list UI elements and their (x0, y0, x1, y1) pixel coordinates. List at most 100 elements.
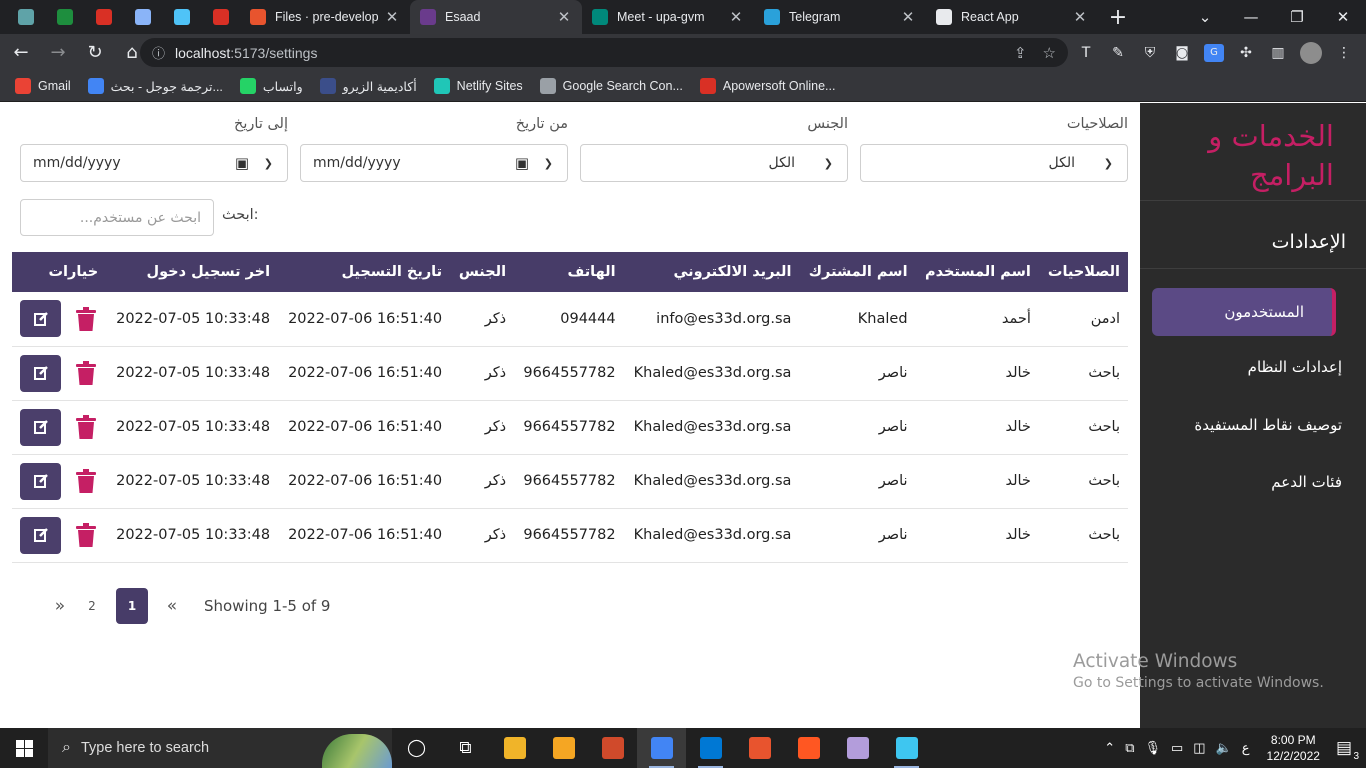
taskbar-app-icon[interactable] (735, 728, 784, 768)
next-page-button[interactable]: » (44, 588, 76, 624)
sidebar-item-beneficiary-points[interactable]: توصيف نقاط المستفيدة (1194, 416, 1342, 434)
edit-button[interactable] (20, 516, 61, 554)
back-icon[interactable]: ← (5, 37, 37, 69)
camera-extension-icon[interactable]: ◙ (1172, 44, 1192, 62)
close-tab-icon[interactable]: ✕ (556, 8, 572, 26)
wifi-icon[interactable]: ◫ (1193, 740, 1205, 756)
profile-avatar[interactable] (1300, 41, 1322, 64)
taskbar-app-icon[interactable] (588, 728, 637, 768)
chevron-down-icon[interactable]: ❯ (264, 157, 273, 170)
microphone-icon[interactable]: 🎙 (1144, 740, 1161, 756)
volume-icon[interactable]: 🔈 (1216, 740, 1232, 756)
taskbar-app-icon[interactable] (490, 728, 539, 768)
bookmark-item[interactable]: Gmail (15, 78, 71, 94)
sidebar-item-users[interactable]: المستخدمون (1152, 288, 1336, 336)
taskbar-app-icon[interactable] (784, 728, 833, 768)
permissions-select[interactable]: الكل ❯ (860, 144, 1128, 182)
browser-tab[interactable]: React App ✕ (926, 0, 1098, 34)
bookmark-item[interactable]: Apowersoft Online... (699, 78, 835, 94)
to-date-input[interactable]: mm/dd/yyyy ▣ ❯ (20, 144, 288, 182)
new-tab-button[interactable]: + (1098, 0, 1138, 34)
pinned-tab-favicon-icon (212, 9, 229, 25)
bookmark-item[interactable]: واتساب (239, 78, 303, 94)
browser-tab[interactable]: Meet - upa-gvm ✕ (582, 0, 754, 34)
taskbar-app-icon[interactable]: ◯ (392, 728, 441, 768)
sidebar-divider (1140, 200, 1366, 201)
restore-button[interactable]: ❐ (1274, 0, 1320, 34)
gender-select[interactable]: الكل ❯ (580, 144, 848, 182)
pinned-tab[interactable] (6, 0, 45, 34)
pinned-tab[interactable] (162, 0, 201, 34)
menu-icon[interactable]: ⋮ (1334, 44, 1354, 62)
close-window-button[interactable]: ✕ (1320, 0, 1366, 34)
from-date-input[interactable]: mm/dd/yyyy ▣ ❯ (300, 144, 568, 182)
input-language[interactable]: ع (1242, 740, 1250, 756)
delete-button[interactable] (75, 360, 97, 386)
bookmark-item[interactable]: أكاديمية الزيرو (319, 78, 417, 94)
close-tab-icon[interactable]: ✕ (384, 8, 400, 26)
site-info-icon[interactable]: ⓘ (152, 43, 165, 62)
browser-toolbar: ← → ↻ ⌂ ⓘ localhost:5173/settings ⇪ ☆ T … (0, 34, 1366, 71)
show-hidden-icons-icon[interactable]: ⌃ (1104, 740, 1115, 756)
windows-start-icon[interactable] (0, 728, 48, 768)
browser-tab[interactable]: Esaad ✕ (410, 0, 582, 34)
bookmark-item[interactable]: Netlify Sites (433, 78, 523, 94)
taskbar-app-icon[interactable] (882, 728, 931, 768)
bookmark-item[interactable]: Google Search Con... (539, 78, 683, 94)
calendar-icon[interactable]: ▣ (515, 154, 529, 172)
close-tab-icon[interactable]: ✕ (1072, 8, 1088, 26)
share-icon[interactable]: ⇪ (1014, 44, 1027, 62)
delete-button[interactable] (75, 414, 97, 440)
pen-extension-icon[interactable]: ✎ (1108, 44, 1128, 62)
close-tab-icon[interactable]: ✕ (900, 8, 916, 26)
side-panel-icon[interactable]: ▥ (1268, 44, 1288, 62)
forward-icon[interactable]: → (42, 37, 74, 69)
shield-extension-icon[interactable]: ⛨ (1140, 44, 1160, 62)
close-tab-icon[interactable]: ✕ (728, 8, 744, 26)
pinned-tab[interactable] (123, 0, 162, 34)
network-device-icon[interactable]: ⧉ (1125, 740, 1134, 756)
taskbar-app-icon[interactable] (637, 728, 686, 768)
filter-from-date-label: من تاريخ (515, 116, 568, 132)
browser-tab[interactable]: Telegram ✕ (754, 0, 926, 34)
page-1-button[interactable]: 1 (116, 587, 148, 624)
edit-button[interactable] (20, 408, 61, 446)
translate-extension-icon[interactable]: G (1204, 43, 1224, 62)
page-2-button[interactable]: 2 (76, 588, 108, 624)
taskbar-app-icon[interactable] (686, 728, 735, 768)
taskbar-search-box[interactable]: ⌕ Type here to search (48, 728, 392, 768)
pinned-tab[interactable] (201, 0, 240, 34)
pinned-tab[interactable] (84, 0, 123, 34)
edit-button[interactable] (20, 300, 61, 338)
puzzle-extensions-icon[interactable]: ✣ (1236, 44, 1256, 62)
clock[interactable]: 8:00 PM 12/2/2022 (1267, 732, 1320, 764)
user-search-input[interactable] (20, 199, 214, 236)
reload-icon[interactable]: ↻ (79, 37, 111, 69)
chevron-down-icon[interactable]: ❯ (544, 157, 553, 170)
table-cell: Khaled@es33d.org.sa (623, 508, 800, 563)
delete-button[interactable] (75, 468, 97, 494)
notifications-icon[interactable]: ▤ 3 (1336, 738, 1359, 762)
taskbar-app-icon[interactable] (833, 728, 882, 768)
table-cell: 2022-07-05 10:33:48 (106, 508, 279, 563)
bookmark-star-icon[interactable]: ☆ (1043, 44, 1056, 62)
sidebar-item-system-settings[interactable]: إعدادات النظام (1248, 358, 1342, 376)
pinned-tab[interactable] (45, 0, 84, 34)
taskbar-app-icon[interactable]: ⧉ (441, 728, 490, 768)
browser-tab[interactable]: Files · pre-developm ✕ (240, 0, 410, 34)
delete-button[interactable] (75, 522, 97, 548)
edit-button[interactable] (20, 354, 61, 392)
pinned-tab-favicon-icon (17, 9, 34, 25)
delete-button[interactable] (75, 306, 97, 332)
calendar-icon[interactable]: ▣ (235, 154, 249, 172)
tab-search-icon[interactable]: ⌄ (1182, 0, 1228, 34)
minimize-button[interactable]: — (1228, 0, 1274, 34)
reader-extension-icon[interactable]: T (1076, 44, 1096, 62)
address-bar[interactable]: ⓘ localhost:5173/settings ⇪ ☆ (140, 38, 1068, 67)
taskbar-app-icon[interactable] (539, 728, 588, 768)
bookmark-item[interactable]: ترجمة جوجل - بحث... (87, 78, 223, 94)
sidebar-item-support-categories[interactable]: فئات الدعم (1271, 473, 1342, 491)
edit-button[interactable] (20, 462, 61, 500)
battery-icon[interactable]: ▭ (1171, 740, 1183, 756)
prev-page-button[interactable]: « (156, 588, 188, 624)
